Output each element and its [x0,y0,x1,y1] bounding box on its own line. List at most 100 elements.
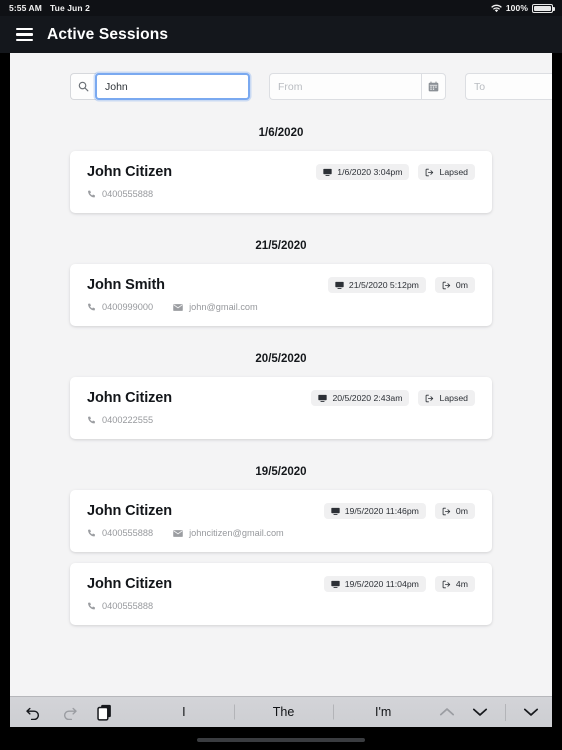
session-duration-badge: 0m [434,503,475,519]
session-name: John Citizen [87,390,172,406]
session-phone-value: 0400999000 [102,302,154,312]
wifi-icon [491,4,502,13]
undo-arrow-icon[interactable] [25,705,42,720]
hamburger-menu-icon[interactable] [16,28,33,41]
session-card-header: John Citizen 1/6/2020 3:04pm Lapsed [87,164,475,180]
session-email: johncitizen@gmail.com [173,528,284,538]
session-timestamp-value: 21/5/2020 5:12pm [348,280,419,290]
search-field-group [70,73,250,100]
status-bar-left: 5:55 AM Tue Jun 2 [9,3,90,13]
session-timestamp-badge: 21/5/2020 5:12pm [327,277,426,293]
envelope-icon [173,303,183,312]
session-card-meta: 0400555888 johncitizen@gmail.com [87,528,475,538]
app-bar: Active Sessions [0,16,562,53]
status-time: 5:55 AM [9,3,42,13]
session-duration-value: 0m [455,280,468,290]
page-title: Active Sessions [47,25,169,43]
session-phone-value: 0400555888 [102,601,154,611]
phone-icon [87,602,96,611]
session-name: John Citizen [87,503,172,519]
session-card-meta: 0400555888 [87,601,475,611]
date-from-calendar-icon[interactable] [421,73,446,100]
session-list: 1/6/2020 John Citizen 1/6/2020 3:04pm Lapse… [10,127,552,625]
session-badges: 19/5/2020 11:46pm 0m [323,503,475,519]
search-input[interactable] [95,73,250,100]
phone-icon [87,303,96,312]
sign-out-icon [442,580,451,589]
desktop-icon [318,394,328,403]
sign-out-icon [425,394,434,403]
chevron-down-icon[interactable] [472,707,488,717]
session-timestamp-value: 19/5/2020 11:46pm [344,506,419,516]
session-timestamp-value: 20/5/2020 2:43am [332,393,403,403]
sign-out-icon [442,507,451,516]
session-badges: 20/5/2020 2:43am Lapsed [311,390,475,406]
status-bar-right: 100% [491,3,555,13]
prediction-word[interactable]: I [134,705,234,719]
session-badges: 19/5/2020 11:04pm 4m [323,576,475,592]
date-from-input[interactable] [269,73,421,100]
phone-icon [87,416,96,425]
redo-arrow-icon[interactable] [61,705,78,720]
session-date-heading: 20/5/2020 [255,353,307,365]
chevron-up-icon[interactable] [439,707,455,717]
session-card[interactable]: John Citizen 20/5/2020 2:43am Lapsed 040022… [70,377,492,439]
status-date: Tue Jun 2 [49,3,90,13]
session-phone-value: 0400555888 [102,189,154,199]
session-card-meta: 0400222555 [87,415,475,425]
home-indicator [197,738,365,742]
session-badges: 21/5/2020 5:12pm 0m [327,277,475,293]
session-timestamp-badge: 19/5/2020 11:04pm [323,576,426,592]
session-duration-badge: 4m [434,576,475,592]
desktop-icon [331,580,340,589]
session-duration-value: 4m [455,579,468,589]
session-card-header: John Citizen 19/5/2020 11:04pm 4m [87,576,475,592]
phone-icon [87,190,96,199]
session-card-header: John Smith 21/5/2020 5:12pm 0m [87,277,475,293]
page-content: 1/6/2020 John Citizen 1/6/2020 3:04pm Lapse… [10,53,552,696]
session-phone: 0400999000 [87,302,153,312]
status-bar: 5:55 AM Tue Jun 2 100% [0,0,562,16]
session-name: John Smith [87,277,165,293]
accessory-right-actions [433,703,552,721]
session-timestamp-badge: 20/5/2020 2:43am [311,390,410,406]
desktop-icon [331,507,340,516]
session-card[interactable]: John Smith 21/5/2020 5:12pm 0m 0400999000 jo… [70,264,492,326]
sign-out-icon [442,281,451,290]
session-phone-value: 0400555888 [102,528,154,538]
ipad-screen: 5:55 AM Tue Jun 2 100% Active Sessions J… [0,0,562,750]
desktop-icon [323,168,332,177]
prediction-bar: I The I'm [134,705,433,719]
session-timestamp-badge: 19/5/2020 11:46pm [323,503,426,519]
session-timestamp-value: 19/5/2020 11:04pm [344,579,419,589]
session-email-value: john@gmail.com [189,302,258,312]
session-name: John Citizen [87,576,172,592]
session-phone: 0400555888 [87,528,153,538]
copy-paste-icon[interactable] [97,704,112,721]
accessory-left-actions [10,704,112,721]
prediction-word[interactable]: The [234,705,334,719]
session-phone-value: 0400222555 [102,415,154,425]
session-card-header: John Citizen 19/5/2020 11:46pm 0m [87,503,475,519]
prediction-word[interactable]: I'm [333,705,433,719]
session-card[interactable]: John Citizen 19/5/2020 11:04pm 4m 040055588… [70,563,492,625]
session-timestamp-badge: 1/6/2020 3:04pm [316,164,410,180]
session-card[interactable]: John Citizen 19/5/2020 11:46pm 0m 040055588… [70,490,492,552]
session-card-meta: 0400555888 [87,189,475,199]
search-icon [70,73,96,100]
session-card-header: John Citizen 20/5/2020 2:43am Lapsed [87,390,475,406]
envelope-icon [173,529,183,538]
session-duration-badge: Lapsed [418,164,475,180]
session-phone: 0400555888 [87,601,153,611]
session-duration-value: Lapsed [439,393,468,403]
date-to-group [465,73,552,100]
session-duration-badge: 0m [434,277,475,293]
keyboard-accessory-toolbar: I The I'm [10,696,552,727]
chevron-down-dismiss-icon[interactable] [523,707,539,717]
session-timestamp-value: 1/6/2020 3:04pm [337,167,403,177]
session-date-heading: 1/6/2020 [258,127,304,139]
session-name: John Citizen [87,164,172,180]
session-card[interactable]: John Citizen 1/6/2020 3:04pm Lapsed 0400555… [70,151,492,213]
session-phone: 0400222555 [87,415,153,425]
date-to-input[interactable] [465,73,552,100]
